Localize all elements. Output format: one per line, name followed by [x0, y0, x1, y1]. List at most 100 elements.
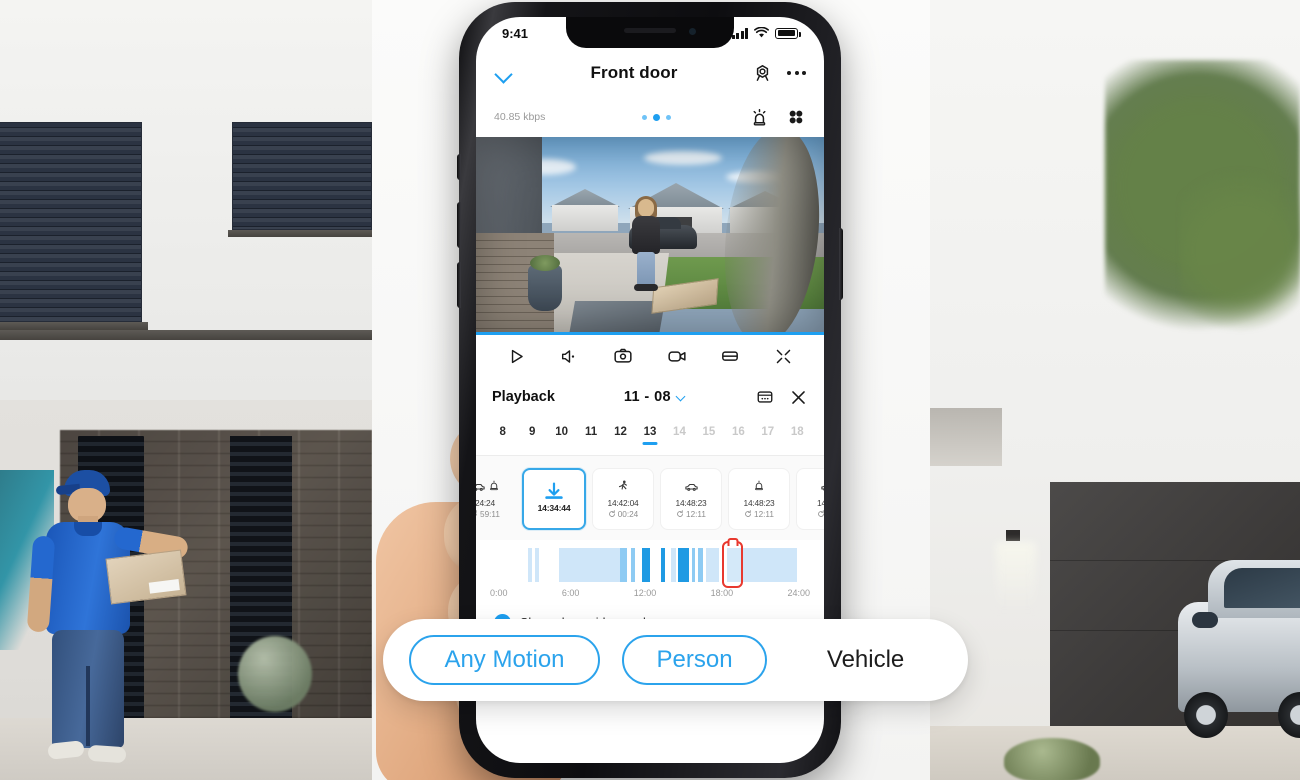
- date-day-12[interactable]: 12: [606, 426, 635, 438]
- wifi-icon: [754, 27, 769, 38]
- timeline-segment: [698, 548, 704, 582]
- parked-suv: [1178, 556, 1300, 746]
- page-title: Front door: [590, 63, 678, 82]
- garden-bush: [238, 636, 312, 712]
- grid-view-icon[interactable]: [786, 107, 806, 127]
- event-icons: [684, 480, 699, 496]
- vehicle-icon: [476, 479, 486, 497]
- event-icons: [616, 480, 630, 496]
- date-day-13[interactable]: 13: [635, 426, 664, 438]
- event-card[interactable]: 14:48 12: [796, 468, 824, 530]
- speaker-icon[interactable]: [558, 345, 582, 367]
- timeline-section[interactable]: 0:00 6:00 12:00 18:00 24:00: [476, 540, 824, 598]
- volume-down-button[interactable]: [457, 262, 461, 308]
- mute-switch[interactable]: [457, 154, 461, 180]
- playback-header: Playback 11 - 08: [476, 377, 824, 417]
- timeline-tick: 24:00: [787, 588, 810, 598]
- wall-ledge: [0, 330, 372, 340]
- status-icons: [731, 27, 801, 39]
- timeline-segment: [619, 548, 627, 582]
- close-icon[interactable]: [789, 388, 808, 407]
- event-time: 14:48: [817, 497, 824, 508]
- event-icons: [820, 479, 824, 497]
- delivery-person: [22, 470, 190, 770]
- delivery-collar: [74, 522, 102, 536]
- event-thumbnail-list[interactable]: 24:24 59:11 14:34:44 14:42:04 00:24 14:48:23 1…: [476, 456, 824, 540]
- alarm-icon: [753, 479, 765, 497]
- timeline-tick: 18:00: [710, 588, 734, 598]
- delivery-package: [105, 549, 187, 605]
- vehicle-icon: [684, 479, 699, 497]
- alarm-icon: [488, 479, 500, 497]
- play-icon[interactable]: [505, 345, 529, 367]
- event-icons: [753, 480, 765, 496]
- delivery-leg-split: [86, 666, 90, 746]
- filter-pill-any-motion[interactable]: Any Motion: [409, 635, 600, 685]
- event-duration: 12:11: [676, 510, 706, 519]
- suv-mirror: [1192, 612, 1218, 628]
- date-day-14: 14: [673, 426, 686, 438]
- suv-front-wheel: [1184, 692, 1228, 738]
- date-day-8[interactable]: 8: [488, 426, 517, 438]
- phone-notch: [566, 17, 734, 48]
- event-icons: [542, 482, 566, 501]
- date-day-9[interactable]: 9: [517, 426, 546, 438]
- window-sill-small: [228, 230, 372, 237]
- date-range-selector[interactable]: 11 - 08: [555, 389, 756, 405]
- window-sill-large: [0, 322, 148, 330]
- person-icon: [616, 479, 630, 497]
- date-day-10[interactable]: 10: [547, 426, 576, 438]
- filter-pill-vehicle[interactable]: Vehicle: [789, 635, 942, 685]
- timeline-tick: 12:00: [633, 588, 657, 598]
- timeline-segment: [558, 548, 620, 582]
- date-day-11[interactable]: 11: [576, 426, 605, 438]
- chevron-down-icon[interactable]: [494, 62, 516, 84]
- event-card[interactable]: 14:48:23 12:11: [728, 468, 790, 530]
- timeline-segment: [670, 548, 676, 582]
- event-card[interactable]: 14:42:04 00:24: [592, 468, 654, 530]
- power-button[interactable]: [839, 228, 843, 300]
- timeline-tick: 6:00: [561, 588, 580, 598]
- event-card[interactable]: 14:34:44: [522, 468, 586, 530]
- timeline-playhead-marker[interactable]: [722, 541, 743, 588]
- camera-icon[interactable]: [611, 345, 635, 367]
- calendar-icon[interactable]: [756, 388, 774, 406]
- feed-vignette: [476, 137, 824, 335]
- exterior-wall-lamp: [1006, 530, 1020, 541]
- timeline-segment: [642, 548, 651, 582]
- event-time: 24:24: [476, 497, 495, 508]
- date-strip[interactable]: 8 9 10 11 12 13 14 15 16 17 18: [476, 417, 824, 447]
- nav-right-actions: [752, 63, 806, 84]
- event-duration: 12:11: [744, 510, 774, 519]
- event-duration-text: 12:11: [754, 509, 774, 519]
- event-card[interactable]: 14:48:23 12:11: [660, 468, 722, 530]
- siren-alarm-icon[interactable]: [749, 107, 770, 128]
- more-dots-icon[interactable]: [787, 71, 806, 75]
- page-indicator-dots: [564, 113, 749, 121]
- event-icons: [476, 480, 500, 496]
- feed-progress-line: [476, 332, 824, 335]
- vehicle-icon: [820, 479, 824, 497]
- motion-filter-card: Any Motion Person Vehicle: [383, 619, 968, 701]
- playback-control-bar: [476, 335, 824, 377]
- volume-up-button[interactable]: [457, 202, 461, 248]
- timeline-segment: [706, 548, 719, 582]
- cellular-bars-icon: [731, 27, 748, 39]
- timeline-segment: [630, 548, 636, 582]
- screenshot-stage: 9:41 Front door 40.85 kbps Playback 11 -…: [0, 0, 1300, 780]
- event-time: 14:42:04: [607, 497, 639, 508]
- event-time: 14:48:23: [675, 497, 707, 508]
- quality-icon[interactable]: [718, 345, 742, 367]
- timeline-segment: [678, 548, 690, 582]
- stream-info-row: 40.85 kbps: [476, 97, 824, 137]
- delivery-shoe-right: [87, 744, 127, 764]
- filter-pill-person[interactable]: Person: [621, 635, 768, 685]
- fullscreen-icon[interactable]: [771, 345, 795, 367]
- timeline-segment: [661, 548, 666, 582]
- video-icon[interactable]: [665, 345, 689, 367]
- event-card[interactable]: 24:24 59:11: [476, 468, 516, 530]
- camera-live-feed[interactable]: [476, 137, 824, 335]
- timeline-bar[interactable]: [490, 541, 810, 588]
- date-day-17: 17: [761, 426, 775, 438]
- gear-icon[interactable]: [752, 63, 773, 84]
